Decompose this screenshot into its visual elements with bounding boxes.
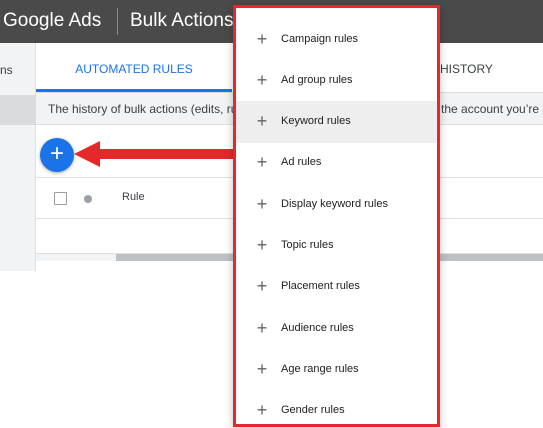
column-header-rule[interactable]: Rule [122,191,145,203]
menu-item-label: Placement rules [281,280,360,292]
nav-item-active[interactable] [0,95,36,125]
menu-item-label: Gender rules [281,404,345,416]
menu-item-label: Audience rules [281,322,354,334]
menu-item-age-range-rules[interactable]: + Age range rules [236,349,437,391]
nav-item-label[interactable]: ns [0,63,13,77]
title-divider [117,8,118,35]
plus-icon: + [256,194,268,214]
page-title: Bulk Actions [130,10,234,31]
menu-item-display-keyword-rules[interactable]: + Display keyword rules [236,184,437,226]
plus-icon: + [256,235,268,255]
menu-item-keyword-rules[interactable]: + Keyword rules [236,101,437,143]
plus-icon: + [256,318,268,338]
info-text-left: The history of bulk actions (edits, rule… [48,102,253,116]
plus-icon: + [256,400,268,420]
menu-item-ad-group-rules[interactable]: + Ad group rules [236,60,437,102]
menu-item-label: Age range rules [281,363,359,375]
annotation-arrow-icon [74,141,236,167]
menu-item-label: Display keyword rules [281,198,388,210]
menu-item-ad-rules[interactable]: + Ad rules [236,142,437,184]
menu-item-campaign-rules[interactable]: + Campaign rules [236,19,437,61]
plus-icon: + [256,111,268,131]
menu-item-topic-rules[interactable]: + Topic rules [236,225,437,267]
plus-icon: + [256,29,268,49]
menu-item-label: Topic rules [281,239,334,251]
add-rule-button[interactable]: + [40,138,74,172]
left-navigation: ns [0,43,36,271]
google-ads-logo[interactable]: Google Ads [3,10,101,32]
plus-icon: + [256,152,268,172]
plus-icon: + [256,70,268,90]
menu-item-label: Ad group rules [281,74,353,86]
menu-item-placement-rules[interactable]: + Placement rules [236,266,437,308]
menu-item-label: Ad rules [281,156,322,168]
rule-type-menu: + Campaign rules + Ad group rules + Keyw… [233,5,440,427]
plus-icon: + [256,276,268,296]
tab-history[interactable]: HISTORY [440,43,543,95]
plus-icon: + [256,359,268,379]
menu-item-gender-rules[interactable]: + Gender rules [236,390,437,428]
select-all-checkbox[interactable] [54,192,67,205]
plus-icon: + [49,140,64,167]
info-text-right: the account you’re si [441,102,543,116]
menu-item-audience-rules[interactable]: + Audience rules [236,308,437,350]
menu-item-label: Campaign rules [281,33,359,45]
menu-item-label: Keyword rules [281,115,351,127]
tab-automated-rules[interactable]: AUTOMATED RULES [36,43,232,95]
status-dot-icon [84,195,92,203]
